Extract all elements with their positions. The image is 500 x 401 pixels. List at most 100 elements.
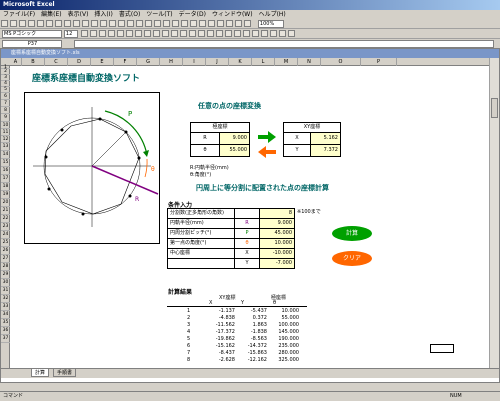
zoom-select[interactable]: 100%	[257, 20, 284, 28]
toolbar-button[interactable]	[278, 30, 286, 37]
row-header[interactable]: 6	[1, 93, 10, 100]
toolbar-button[interactable]	[163, 20, 170, 27]
column-header[interactable]: B	[22, 58, 45, 66]
row-header[interactable]: 7	[1, 100, 10, 107]
toolbar-button[interactable]	[109, 20, 116, 27]
column-header[interactable]: I	[183, 58, 206, 66]
row-header[interactable]: 34	[1, 311, 10, 319]
row-header[interactable]: 21	[1, 207, 10, 215]
toolbar-button[interactable]	[226, 20, 233, 27]
column-header[interactable]: E	[91, 58, 114, 66]
formula-input[interactable]	[73, 40, 494, 48]
toolbar-button[interactable]	[28, 20, 35, 27]
toolbar-button[interactable]	[287, 30, 295, 37]
toolbar-button[interactable]	[197, 30, 205, 37]
row-header[interactable]: 37	[1, 335, 10, 343]
column-header[interactable]: M	[275, 58, 298, 66]
toolbar-button[interactable]	[190, 20, 197, 27]
toolbar-button[interactable]	[98, 30, 106, 37]
toolbar-button[interactable]	[199, 20, 206, 27]
row-header[interactable]: 17	[1, 175, 10, 183]
row-header[interactable]: 23	[1, 223, 10, 231]
font-select[interactable]: MS Pゴシック	[2, 30, 62, 38]
toolbar-button[interactable]	[161, 30, 169, 37]
toolbar-button[interactable]	[64, 20, 71, 27]
menu-item[interactable]: 編集(E)	[38, 11, 64, 18]
toolbar-button[interactable]	[208, 20, 215, 27]
row-header[interactable]: 18	[1, 183, 10, 191]
toolbar-button[interactable]	[145, 20, 152, 27]
toolbar-button[interactable]	[170, 30, 178, 37]
column-header[interactable]: N	[298, 58, 321, 66]
toolbar-button[interactable]	[224, 30, 232, 37]
column-header[interactable]: A	[10, 58, 22, 66]
toolbar-button[interactable]	[1, 20, 8, 27]
row-header[interactable]: 20	[1, 199, 10, 207]
row-header[interactable]: 27	[1, 255, 10, 263]
toolbar-button[interactable]	[10, 20, 17, 27]
row-header[interactable]: 33	[1, 303, 10, 311]
column-header[interactable]: D	[68, 58, 91, 66]
row-header[interactable]: 31	[1, 287, 10, 295]
menu-item[interactable]: ウィンドウ(W)	[209, 11, 256, 18]
toolbar-button[interactable]	[116, 30, 124, 37]
row-header[interactable]: 30	[1, 279, 10, 287]
row-header[interactable]: 14	[1, 151, 10, 159]
calculate-button[interactable]: 計算	[332, 226, 372, 241]
column-header[interactable]: G	[137, 58, 160, 66]
toolbar-button[interactable]	[215, 30, 223, 37]
toolbar-button[interactable]	[235, 20, 242, 27]
column-header[interactable]: J	[206, 58, 229, 66]
toolbar-button[interactable]	[251, 30, 259, 37]
toolbar-button[interactable]	[260, 30, 268, 37]
row-header[interactable]: 15	[1, 159, 10, 167]
clear-button[interactable]: クリア	[332, 251, 372, 266]
toolbar-button[interactable]	[154, 20, 161, 27]
toolbar-button[interactable]	[73, 20, 80, 27]
row-header[interactable]: 11	[1, 129, 10, 136]
toolbar-button[interactable]	[152, 30, 160, 37]
row-header[interactable]: 16	[1, 167, 10, 175]
toolbar-button[interactable]	[19, 20, 26, 27]
toolbar-button[interactable]	[244, 20, 251, 27]
toolbar-button[interactable]	[172, 20, 179, 27]
menu-item[interactable]: データ(D)	[176, 11, 209, 18]
toolbar-button[interactable]	[125, 30, 133, 37]
theta-value-input[interactable]: 55.000	[219, 144, 250, 157]
row-header[interactable]: 8	[1, 107, 10, 114]
toolbar-button[interactable]	[127, 20, 134, 27]
condition-value-input[interactable]: -7.000	[259, 258, 295, 269]
column-header[interactable]: L	[252, 58, 275, 66]
row-header[interactable]: 9	[1, 114, 10, 122]
toolbar-button[interactable]	[37, 20, 44, 27]
column-header[interactable]: P	[361, 58, 397, 66]
toolbar-button[interactable]	[46, 20, 53, 27]
toolbar-button[interactable]	[118, 20, 125, 27]
row-header[interactable]: 13	[1, 143, 10, 151]
menu-item[interactable]: 挿入(I)	[91, 11, 115, 18]
row-header[interactable]: 25	[1, 239, 10, 247]
scroll-thumb[interactable]	[491, 98, 498, 118]
column-header[interactable]: H	[160, 58, 183, 66]
menu-item[interactable]: 書式(O)	[116, 11, 143, 18]
toolbar-button[interactable]	[136, 20, 143, 27]
row-header[interactable]: 24	[1, 231, 10, 239]
column-header[interactable]: F	[114, 58, 137, 66]
row-header[interactable]: 29	[1, 271, 10, 279]
toolbar-button[interactable]	[233, 30, 241, 37]
sheet-tab[interactable]: 手順書	[53, 369, 77, 377]
row-header[interactable]: 35	[1, 319, 10, 327]
column-header[interactable]: K	[229, 58, 252, 66]
menu-item[interactable]: ツール(T)	[143, 11, 175, 18]
row-header[interactable]: 28	[1, 263, 10, 271]
row-header[interactable]: 12	[1, 136, 10, 143]
toolbar-button[interactable]	[143, 30, 151, 37]
row-header[interactable]: 26	[1, 247, 10, 255]
sheet-tab[interactable]: 計算	[31, 369, 50, 377]
column-header[interactable]: C	[45, 58, 68, 66]
toolbar-button[interactable]	[80, 30, 88, 37]
toolbar-button[interactable]	[89, 30, 97, 37]
font-size-select[interactable]: 12	[63, 30, 78, 38]
row-header[interactable]: 32	[1, 295, 10, 303]
row-header[interactable]: 22	[1, 215, 10, 223]
